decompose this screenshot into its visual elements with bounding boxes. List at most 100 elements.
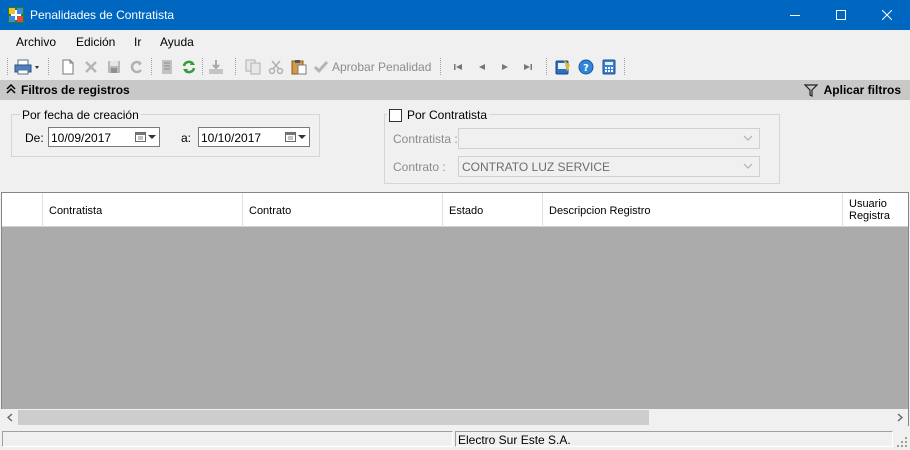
save-icon [108, 60, 120, 73]
row-header-corner [2, 193, 43, 227]
chevron-right-icon [897, 413, 903, 422]
from-date-picker[interactable]: 10/09/2017 [48, 127, 160, 147]
company-name: Electro Sur Este S.A. [458, 433, 571, 447]
toolbar: Aprobar Penalidad ? [0, 54, 910, 79]
book-button[interactable] [555, 57, 571, 76]
from-label: De: [25, 131, 44, 145]
column-header-label: Estado [449, 205, 484, 217]
calculator-icon [602, 59, 616, 74]
window-title: Penalidades de Contratista [30, 8, 175, 22]
paste-icon [291, 59, 307, 74]
last-record-icon [524, 63, 532, 70]
last-record-button[interactable] [522, 57, 534, 76]
toolbar-separator [48, 58, 49, 75]
previous-record-button[interactable] [476, 57, 488, 76]
help-icon: ? [578, 59, 594, 74]
book-icon [555, 59, 570, 74]
filters-title: Filtros de registros [21, 83, 130, 97]
delete-button[interactable] [83, 57, 99, 76]
print-button[interactable] [14, 57, 40, 76]
refresh-button[interactable] [181, 57, 197, 76]
refresh-icon [182, 60, 196, 73]
undo-button[interactable] [129, 57, 145, 76]
delete-icon [85, 60, 97, 73]
maximize-button[interactable] [818, 0, 864, 30]
column-header-estado[interactable]: Estado [443, 193, 543, 227]
status-bar: Electro Sur Este S.A. [0, 429, 910, 450]
chevron-down-icon [148, 134, 156, 139]
apply-filters-label: Aplicar filtros [823, 83, 901, 97]
horizontal-scrollbar[interactable] [1, 409, 908, 426]
grid-header: Contratista Contrato Estado Descripcion … [2, 193, 908, 227]
first-record-button[interactable] [452, 57, 464, 76]
maximize-icon [836, 10, 846, 20]
to-date-dropdown[interactable] [285, 131, 306, 142]
column-header-contrato[interactable]: Contrato [243, 193, 443, 227]
column-header-line: Usuario [849, 198, 887, 210]
from-date-dropdown[interactable] [135, 131, 156, 142]
calendar-icon [285, 132, 296, 142]
chevron-down-icon [298, 134, 306, 139]
export-button[interactable] [208, 57, 224, 76]
menu-ayuda[interactable]: Ayuda [160, 35, 194, 49]
title-bar: Penalidades de Contratista [0, 0, 910, 30]
toolbar-separator [546, 58, 547, 75]
printer-icon [14, 59, 39, 74]
cut-button[interactable] [268, 57, 284, 76]
to-date-value: 10/10/2017 [201, 131, 262, 145]
svg-text:?: ? [583, 63, 589, 74]
scroll-left-button[interactable] [1, 412, 18, 423]
aprobar-penalidad-button[interactable]: Aprobar Penalidad [313, 57, 431, 76]
undo-icon [130, 60, 142, 73]
column-header-contratista[interactable]: Contratista [43, 193, 243, 227]
contratista-select[interactable] [458, 128, 760, 149]
filters-header[interactable]: Filtros de registros Aplicar filtros [0, 80, 910, 100]
por-contratista-checkbox[interactable] [389, 108, 402, 122]
contrato-select[interactable]: CONTRATO LUZ SERVICE [458, 156, 760, 177]
from-date-value: 10/09/2017 [51, 131, 112, 145]
menu-ir[interactable]: Ir [134, 35, 141, 49]
check-icon [313, 60, 329, 73]
contractor-group-label: Por Contratista [407, 108, 488, 122]
column-header-descripcion-registro[interactable]: Descripcion Registro [543, 193, 843, 227]
toolbar-separator [624, 58, 625, 75]
scroll-right-button[interactable] [891, 412, 908, 423]
next-record-icon [502, 63, 508, 70]
column-header-usuario-registra[interactable]: Usuario Registra [843, 193, 908, 227]
minimize-button[interactable] [772, 0, 818, 30]
resize-grip-icon[interactable] [896, 436, 908, 448]
aprobar-penalidad-label: Aprobar Penalidad [332, 59, 432, 74]
to-date-picker[interactable]: 10/10/2017 [198, 127, 310, 147]
help-button[interactable]: ? [578, 57, 594, 76]
toolbar-separator [151, 58, 152, 75]
list-icon [162, 59, 172, 74]
chevron-left-icon [6, 413, 12, 422]
new-button[interactable] [60, 57, 76, 76]
apply-filters-button[interactable]: Aplicar filtros [803, 83, 901, 97]
menu-archivo[interactable]: Archivo [16, 35, 56, 49]
new-document-icon [62, 59, 74, 74]
records-grid[interactable]: Contratista Contrato Estado Descripcion … [1, 192, 909, 426]
column-header-label: Descripcion Registro [549, 205, 651, 217]
contractor-group-header: Por Contratista [387, 108, 490, 122]
next-record-button[interactable] [499, 57, 511, 76]
save-button[interactable] [106, 57, 122, 76]
filter-icon [803, 83, 818, 97]
scroll-thumb[interactable] [18, 410, 649, 425]
calculator-button[interactable] [601, 57, 617, 76]
copy-button[interactable] [245, 57, 261, 76]
chevron-down-icon [743, 135, 753, 141]
list-button[interactable] [159, 57, 175, 76]
calendar-icon [135, 132, 146, 142]
menu-edicion[interactable]: Edición [76, 35, 115, 49]
toolbar-separator [235, 58, 236, 75]
export-icon [209, 59, 223, 74]
toolbar-separator [440, 58, 441, 75]
close-button[interactable] [864, 0, 910, 30]
column-header-line: Registra [849, 210, 890, 222]
toolbar-grip [7, 58, 8, 75]
status-panel-main [2, 431, 453, 447]
column-header-label: Contrato [249, 205, 292, 217]
to-label: a: [181, 131, 192, 145]
paste-button[interactable] [291, 57, 307, 76]
